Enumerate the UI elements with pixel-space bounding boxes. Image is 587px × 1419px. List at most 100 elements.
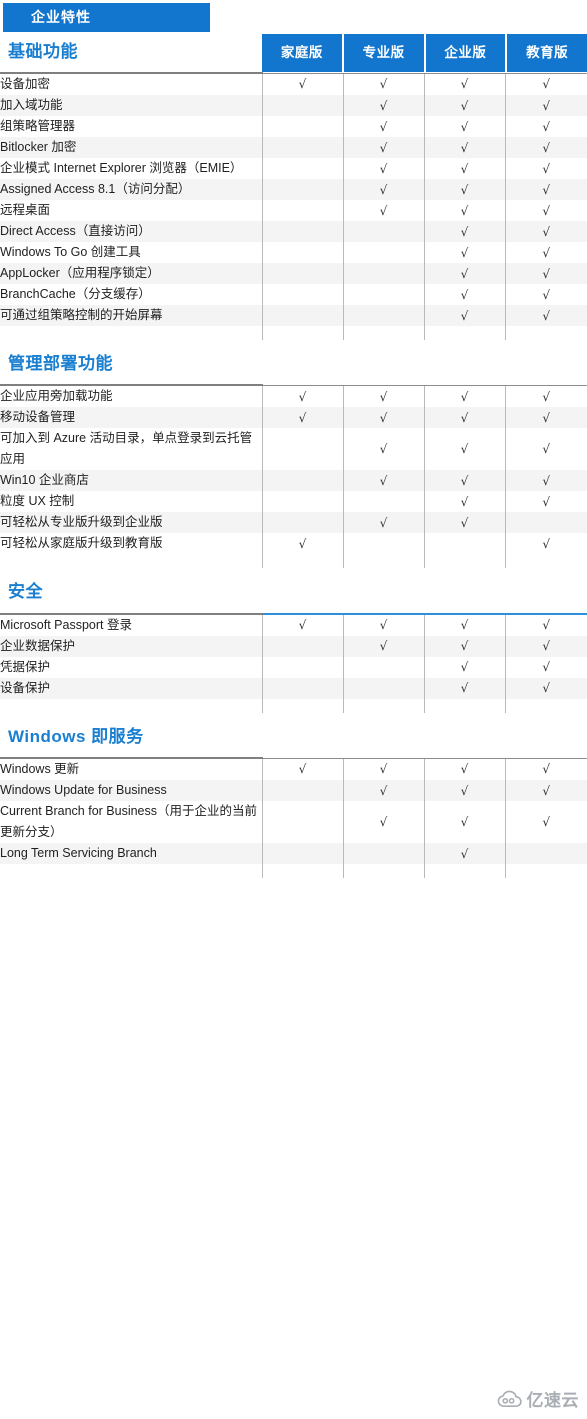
- check-cell-empty: [261, 635, 343, 657]
- table-row: AppLocker（应用程序锁定） √ √: [0, 263, 587, 284]
- check-cell-supported: √: [504, 491, 587, 513]
- check-cell-supported: √: [423, 407, 505, 429]
- check-cell-supported: √: [423, 656, 505, 678]
- table-row: Microsoft Passport 登录 √ √ √ √: [0, 612, 587, 636]
- check-cell-supported: √: [423, 801, 505, 844]
- check-cell-supported: √: [261, 612, 343, 636]
- check-cell-empty: [261, 263, 343, 284]
- table-row: 粒度 UX 控制 √ √: [0, 491, 587, 513]
- check-cell-supported: √: [504, 158, 587, 179]
- table-row: 企业应用旁加载功能 √ √ √ √: [0, 384, 587, 408]
- check-cell-empty: [261, 305, 343, 326]
- check-cell-supported: √: [261, 757, 343, 781]
- check-cell-supported: √: [423, 72, 505, 95]
- column-header-2[interactable]: 企业版: [425, 34, 506, 72]
- section-title: 管理部署功能: [8, 354, 113, 373]
- check-cell-supported: √: [342, 137, 424, 158]
- feature-label: 远程桌面: [0, 203, 51, 217]
- check-cell-supported: √: [504, 137, 587, 158]
- check-cell-supported: √: [504, 284, 587, 305]
- check-cell-empty: [261, 95, 343, 116]
- table-row: 凭据保护 √ √: [0, 656, 587, 678]
- section-1: 管理部署功能企业应用旁加载功能 √ √ √ √ 移动设备管理 √ √ √ √ 可加入到 Azure …: [0, 340, 587, 569]
- check-cell-supported: √: [342, 200, 424, 221]
- check-cell-supported: √: [423, 757, 505, 781]
- table-row: 可加入到 Azure 活动目录，单点登录到云托管应用 √ √ √: [0, 428, 587, 471]
- column-divider: [424, 554, 425, 569]
- section-title: 安全: [8, 582, 43, 602]
- check-cell-supported: √: [342, 407, 424, 429]
- column-header-0[interactable]: 家庭版: [262, 34, 342, 72]
- column-divider: [424, 864, 425, 879]
- feature-label: Assigned Access 8.1（访问分配）: [0, 179, 262, 200]
- check-cell-empty: [261, 242, 343, 263]
- check-cell-supported: √: [342, 780, 424, 802]
- column-divider: [262, 698, 263, 713]
- check-cell-supported: √: [504, 179, 587, 200]
- check-cell-empty: [261, 428, 343, 471]
- check-cell-supported: √: [504, 95, 587, 116]
- check-cell-empty: [261, 512, 343, 534]
- check-cell-empty: [261, 137, 343, 158]
- table-row: 可轻松从家庭版升级到教育版 √ √: [0, 533, 587, 555]
- check-cell-supported: √: [342, 635, 424, 657]
- check-cell-supported: √: [342, 801, 424, 844]
- check-cell-supported: √: [423, 384, 505, 408]
- check-cell-supported: √: [423, 305, 505, 326]
- watermark: 亿速云: [497, 1386, 580, 1411]
- column-header-1[interactable]: 专业版: [343, 34, 424, 72]
- check-cell-supported: √: [504, 384, 587, 408]
- column-divider: [343, 554, 344, 569]
- table-tail-rules: [0, 554, 587, 569]
- tab-enterprise-features[interactable]: 企业特性: [3, 3, 210, 32]
- check-cell-supported: √: [261, 407, 343, 429]
- check-cell-supported: √: [423, 179, 505, 200]
- column-divider: [505, 698, 506, 713]
- feature-table: Windows 更新 √ √ √ √ Windows Update for Busines…: [0, 757, 587, 865]
- feature-label: 加入域功能: [0, 95, 262, 116]
- check-cell-supported: √: [423, 263, 505, 284]
- check-cell-supported: √: [342, 384, 424, 408]
- check-cell-supported: √: [342, 158, 424, 179]
- feature-label: Bitlocker 加密: [0, 137, 262, 158]
- check-cell-empty: [342, 491, 424, 513]
- check-cell-supported: √: [504, 305, 587, 326]
- feature-label: 组策略管理器: [0, 119, 76, 133]
- check-cell-empty: [342, 843, 424, 865]
- check-cell-supported: √: [504, 470, 587, 492]
- check-cell-supported: √: [261, 384, 343, 408]
- feature-label: Windows To Go 创建工具: [0, 245, 141, 259]
- check-cell-supported: √: [423, 843, 505, 865]
- check-cell-supported: √: [504, 116, 587, 137]
- feature-label: Direct Access（直接访问）: [0, 221, 262, 242]
- check-cell-supported: √: [423, 284, 505, 305]
- feature-label: 粒度 UX 控制: [0, 494, 75, 509]
- check-cell-supported: √: [261, 72, 343, 95]
- column-header-3[interactable]: 教育版: [507, 34, 587, 72]
- table-tail-rules: [0, 326, 587, 340]
- section-title: Windows 即服务: [8, 726, 144, 746]
- check-cell-supported: √: [423, 635, 505, 657]
- feature-label: 可轻松从专业版升级到企业版: [0, 512, 262, 534]
- check-cell-supported: √: [504, 635, 587, 657]
- check-cell-supported: √: [342, 612, 424, 636]
- check-cell-supported: √: [342, 179, 424, 200]
- check-cell-supported: √: [504, 200, 587, 221]
- feature-comparison-page: 企业特性 基础功能 家庭版 专业版 企业版 教育版 设备加密 √ √ √ √ 加入域功能 √ √ √ 组策略…: [0, 0, 587, 1419]
- check-cell-empty: [261, 656, 343, 678]
- check-cell-empty: [261, 158, 343, 179]
- check-cell-supported: √: [423, 116, 505, 137]
- feature-table: Microsoft Passport 登录 √ √ √ √ 企业数据保护 √ √ √ 凭据保护 √ √…: [0, 612, 587, 699]
- table-row: Windows 更新 √ √ √ √: [0, 757, 587, 781]
- column-divider: [424, 698, 425, 713]
- table-row: 移动设备管理 √ √ √ √: [0, 407, 587, 429]
- check-cell-supported: √: [342, 470, 424, 492]
- column-divider: [343, 326, 344, 340]
- check-cell-supported: √: [504, 428, 587, 471]
- feature-table: 企业应用旁加载功能 √ √ √ √ 移动设备管理 √ √ √ √ 可加入到 Azure 活动目录，单…: [0, 384, 587, 555]
- feature-table: 设备加密 √ √ √ √ 加入域功能 √ √ √ 组策略管理器 √ √ √ Bitlocker 加密 √ √ √…: [0, 72, 587, 326]
- check-cell-supported: √: [504, 263, 587, 284]
- check-cell-empty: [261, 843, 343, 865]
- feature-label: Long Term Servicing Branch: [0, 843, 262, 865]
- check-cell-empty: [261, 179, 343, 200]
